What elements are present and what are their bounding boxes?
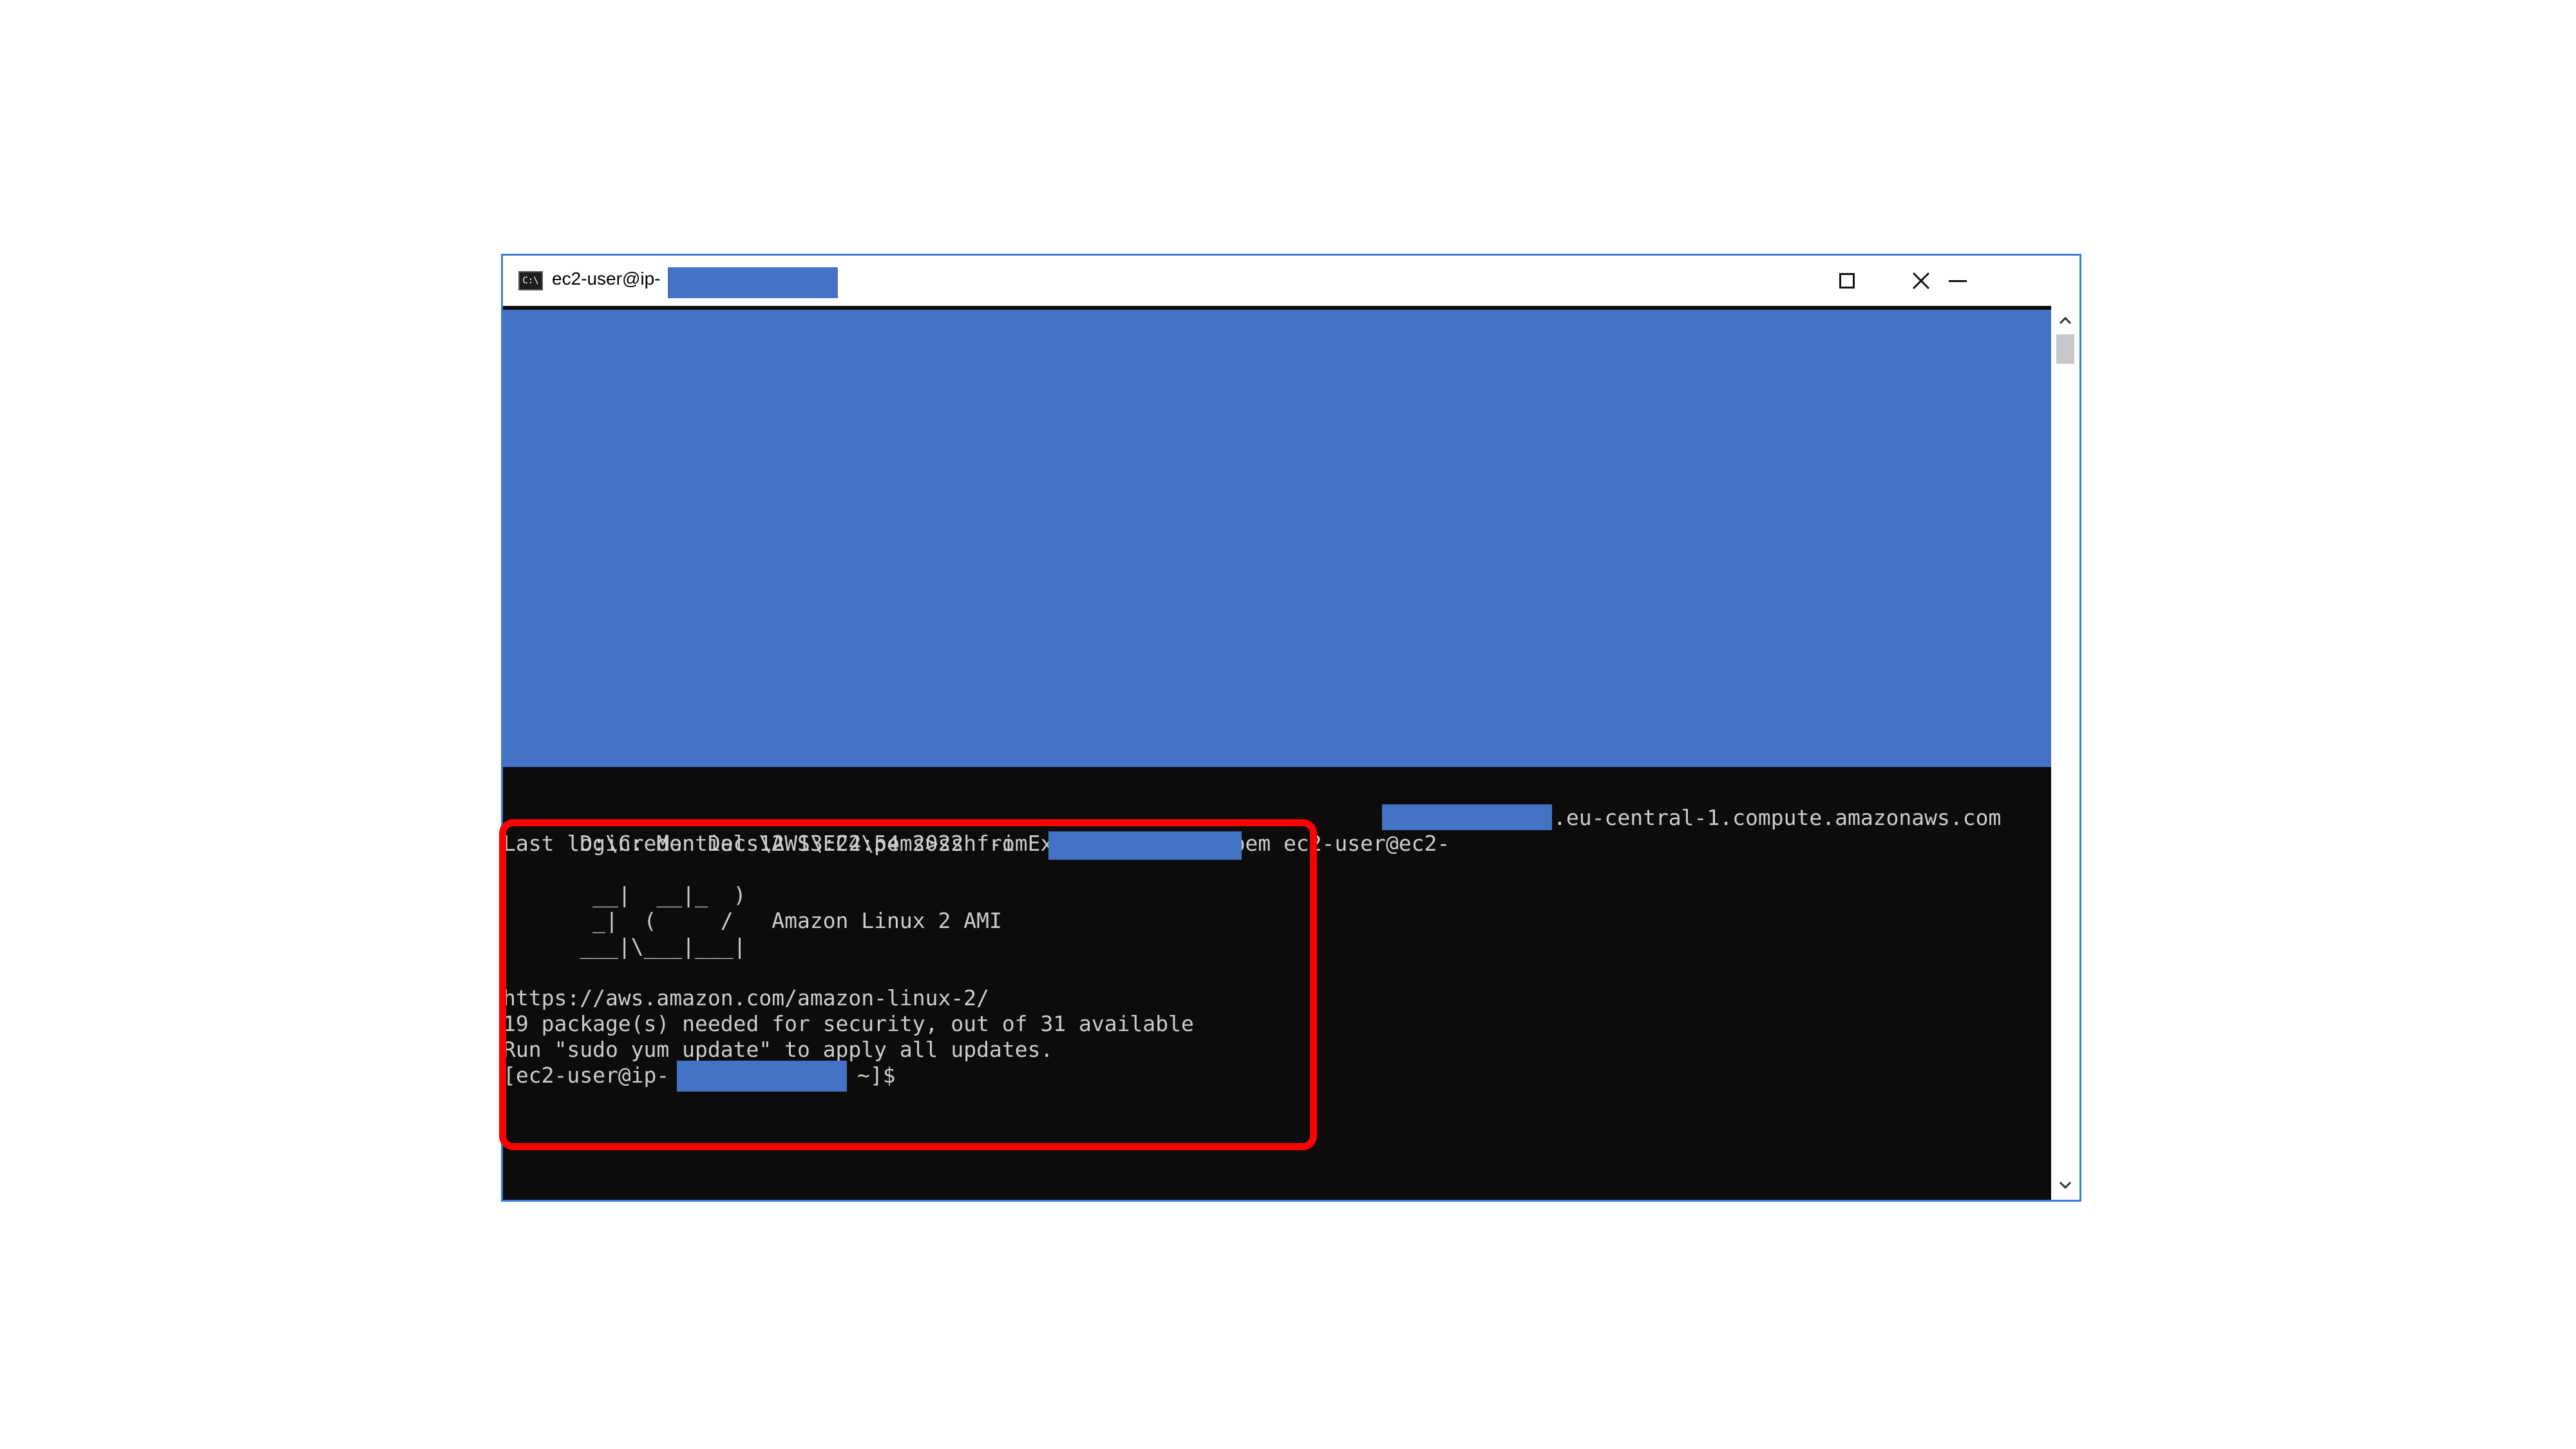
maximize-icon bbox=[1839, 273, 1855, 289]
close-icon bbox=[1912, 272, 1930, 290]
scrollbar-thumb[interactable] bbox=[2056, 334, 2074, 364]
chevron-up-icon bbox=[2059, 316, 2072, 325]
scroll-up-button[interactable] bbox=[2051, 306, 2079, 334]
login-output-highlight bbox=[499, 819, 1317, 1150]
console-app-icon: C:\ bbox=[518, 271, 543, 290]
vertical-scrollbar[interactable] bbox=[2051, 306, 2079, 1200]
redacted-output-block bbox=[503, 310, 2051, 767]
window-title: ec2-user@ip- bbox=[552, 269, 661, 289]
redacted-hostname-title bbox=[668, 267, 838, 298]
title-bar[interactable]: C:\ ec2-user@ip- bbox=[503, 256, 2079, 306]
scroll-down-button[interactable] bbox=[2051, 1171, 2079, 1200]
redacted-ec2-host bbox=[1382, 804, 1552, 830]
close-button[interactable] bbox=[1884, 256, 1958, 306]
ssh-command-suffix: .eu-central-1.compute.amazonaws.com bbox=[1553, 805, 2002, 830]
chevron-down-icon bbox=[2059, 1181, 2072, 1189]
maximize-button[interactable] bbox=[1810, 256, 1884, 306]
